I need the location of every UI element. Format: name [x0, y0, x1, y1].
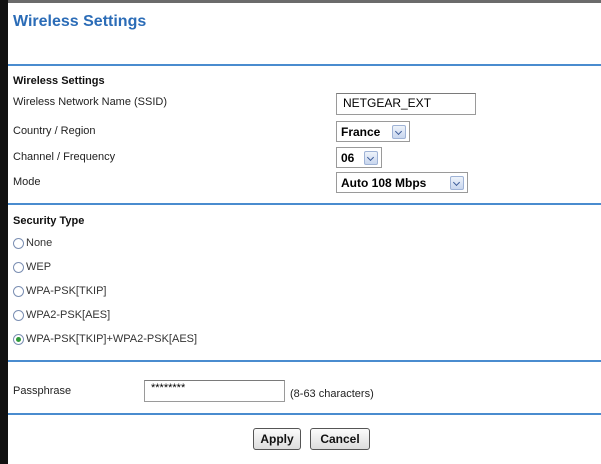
chevron-down-icon	[392, 125, 406, 139]
option-label: None	[26, 237, 53, 249]
radio-button[interactable]	[13, 285, 24, 297]
divider	[8, 203, 601, 205]
option-label: WEP	[26, 261, 52, 273]
security-option-wpa-wpa2-mixed[interactable]: WPA-PSK[TKIP]+WPA2-PSK[AES]	[13, 333, 197, 345]
mode-value: Auto 108 Mbps	[341, 176, 427, 190]
divider	[8, 64, 601, 66]
ssid-label: Wireless Network Name (SSID)	[13, 96, 168, 108]
channel-value: 06	[341, 151, 355, 165]
option-label: WPA-PSK[TKIP]+WPA2-PSK[AES]	[26, 333, 198, 345]
wireless-section-title: Wireless Settings	[13, 75, 105, 87]
security-option-wep[interactable]: WEP	[13, 261, 51, 273]
security-option-wpa2-aes[interactable]: WPA2-PSK[AES]	[13, 309, 110, 321]
ssid-input[interactable]: NETGEAR_EXT	[336, 93, 476, 115]
channel-select[interactable]: 06	[336, 147, 382, 168]
option-label: WPA2-PSK[AES]	[26, 309, 111, 321]
top-border	[8, 0, 601, 3]
divider	[8, 413, 601, 415]
radio-button-selected[interactable]	[13, 333, 24, 345]
left-border	[0, 0, 8, 464]
security-option-none[interactable]: None	[13, 237, 52, 249]
apply-button[interactable]: Apply	[253, 428, 301, 450]
region-label: Country / Region	[13, 125, 96, 137]
passphrase-input[interactable]: ********	[144, 380, 285, 402]
cancel-button[interactable]: Cancel	[310, 428, 370, 450]
mode-select[interactable]: Auto 108 Mbps	[336, 172, 468, 193]
channel-label: Channel / Frequency	[13, 151, 116, 163]
chevron-down-icon	[364, 151, 378, 165]
security-option-wpa-tkip[interactable]: WPA-PSK[TKIP]	[13, 285, 106, 297]
mode-label: Mode	[13, 176, 41, 188]
passphrase-label: Passphrase	[13, 385, 72, 397]
page-title: Wireless Settings	[13, 13, 147, 30]
radio-button[interactable]	[13, 309, 24, 321]
option-label: WPA-PSK[TKIP]	[26, 285, 107, 297]
divider	[8, 360, 601, 362]
radio-button[interactable]	[13, 261, 24, 273]
passphrase-hint: (8-63 characters)	[290, 388, 374, 400]
radio-button[interactable]	[13, 237, 24, 249]
chevron-down-icon	[450, 176, 464, 190]
region-value: France	[341, 125, 381, 139]
region-select[interactable]: France	[336, 121, 410, 142]
security-section-title: Security Type	[13, 215, 85, 227]
